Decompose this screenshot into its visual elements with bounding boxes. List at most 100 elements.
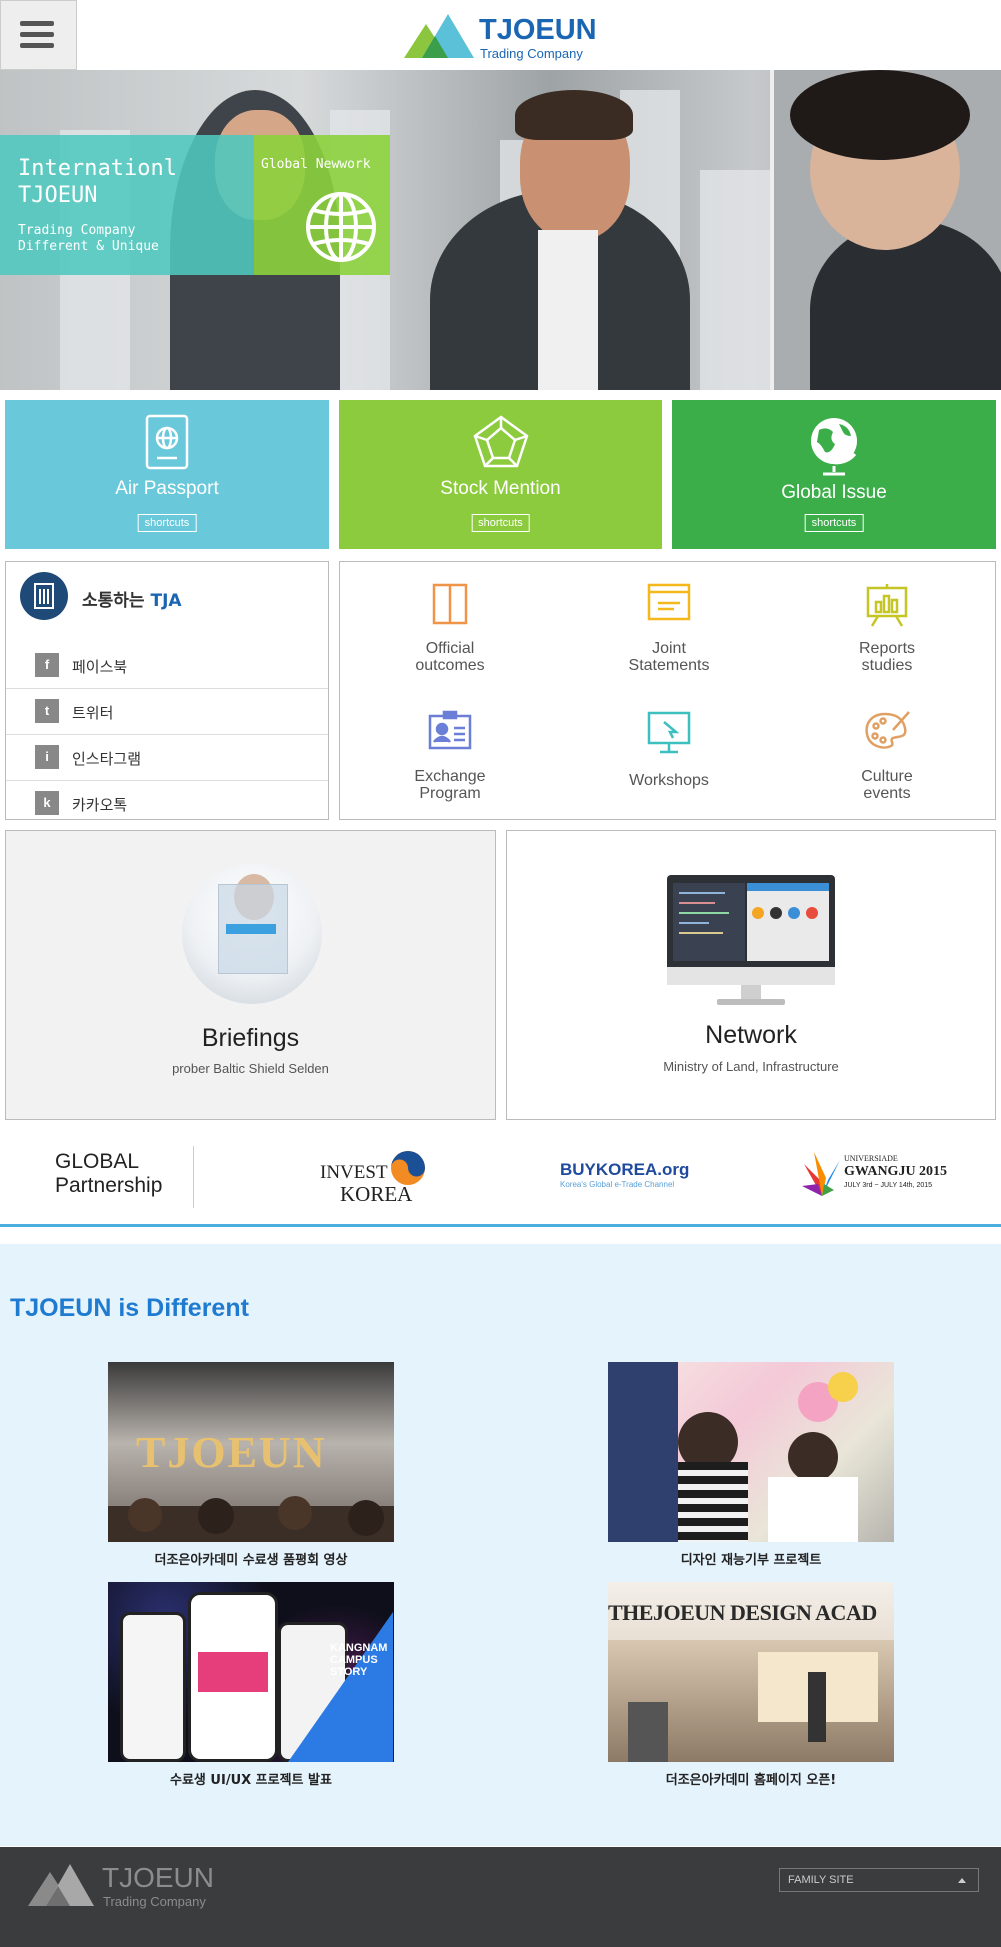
family-site-select[interactable]: FAMILY SITE xyxy=(779,1868,979,1892)
globe-icon xyxy=(306,192,376,262)
news-item[interactable]: KANGNAM CAMPUS STORY 수료생 UI/UX 프로젝트 발표 xyxy=(108,1582,394,1788)
document-icon xyxy=(432,583,468,625)
passport-icon xyxy=(145,414,189,470)
service-reports-studies[interactable]: Reports studies xyxy=(778,562,996,682)
card-subtitle: prober Baltic Shield Selden xyxy=(172,1061,329,1076)
tile-title: Stock Mention xyxy=(440,478,561,499)
global-network-label: Global Newwork xyxy=(261,157,371,172)
family-site-label: FAMILY SITE xyxy=(788,1874,854,1886)
buykorea-title: BUYKOREA.org xyxy=(560,1160,690,1179)
service-workshops[interactable]: Workshops xyxy=(560,690,778,820)
globe-stand-icon xyxy=(811,418,857,476)
partners-label-line1: GLOBAL xyxy=(55,1150,140,1173)
footer-logo-mountains-icon xyxy=(28,1864,94,1906)
logo-title: TJOEUN xyxy=(479,14,597,46)
logo-mountains-icon xyxy=(404,14,474,58)
pentagon-icon xyxy=(473,415,528,468)
shortcuts-button[interactable]: shortcuts xyxy=(471,514,530,532)
social-item-twitter[interactable]: t 트위터 xyxy=(6,689,328,735)
logo[interactable]: TJOEUN Trading Company xyxy=(404,12,604,62)
service-label-1: Official xyxy=(425,640,475,657)
kakaotalk-icon: k xyxy=(35,791,59,815)
service-label-1: Reports xyxy=(858,640,916,657)
menu-button[interactable] xyxy=(0,0,77,70)
social-item-label: 인스타그램 xyxy=(72,750,142,768)
monitor-icon xyxy=(667,875,835,1005)
service-label-1: Joint xyxy=(652,640,686,657)
caret-up-icon xyxy=(958,1878,966,1883)
service-label-2: Program xyxy=(419,785,481,802)
news-thumbnail: TJOEUN xyxy=(108,1362,394,1542)
social-item-label: 카카오톡 xyxy=(72,796,128,814)
social-item-instagram[interactable]: i 인스타그램 xyxy=(6,735,328,781)
news-item[interactable]: THEJOEUN DESIGN ACAD 더조은아카데미 홈페이지 오픈! xyxy=(608,1582,894,1788)
partners-bar: GLOBAL Partnership INVEST KOREA BUYKOREA.… xyxy=(0,1122,1001,1222)
social-item-kakaotalk[interactable]: k 카카오톡 xyxy=(6,781,328,819)
footer-logo-subtitle: Trading Company xyxy=(103,1894,206,1909)
site-footer: TJOEUN Trading Company FAMILY SITE xyxy=(0,1847,1001,1947)
twitter-icon: t xyxy=(35,699,59,723)
news-thumbnail: THEJOEUN DESIGN ACAD xyxy=(608,1582,894,1762)
card-briefings[interactable]: Briefings prober Baltic Shield Selden xyxy=(5,830,496,1120)
hamburger-icon-line xyxy=(20,43,54,48)
presentation-board-icon xyxy=(866,584,908,627)
hamburger-icon-line xyxy=(20,32,54,37)
card-network[interactable]: Network Ministry of Land, Infrastructure xyxy=(506,830,996,1120)
social-title-b: TJA xyxy=(150,591,182,611)
partner-buykorea[interactable]: BUYKOREA.org Korea's Global e-Trade Chan… xyxy=(560,1160,700,1200)
section-title: TJOEUN is Different xyxy=(10,1294,249,1322)
service-label-1: Workshops xyxy=(629,772,709,789)
section-divider xyxy=(0,1224,1001,1227)
news-item[interactable]: TJOEUN 더조은아카데미 수료생 품평회 영상 xyxy=(108,1362,394,1568)
hero-sub-line2: Different & Unique xyxy=(18,239,159,254)
tile-air-passport[interactable]: Air Passport shortcuts xyxy=(5,400,329,549)
window-icon xyxy=(647,583,691,621)
universiade-dates: JULY 3rd ~ JULY 14th, 2015 xyxy=(844,1182,933,1189)
briefings-image xyxy=(182,864,322,1004)
social-title: 소통하는 TJA xyxy=(82,586,182,611)
news-thumbnail: KANGNAM CAMPUS STORY xyxy=(108,1582,394,1762)
different-section: TJOEUN is Different TJOEUN 더조은아카데미 수료생 품… xyxy=(0,1244,1001,1846)
logo-subtitle: Trading Company xyxy=(480,46,583,61)
universiade-label: UNIVERSIADE xyxy=(844,1154,898,1163)
social-panel: 소통하는 TJA f 페이스북 t 트위터 i 인스타그램 k 카카오톡 xyxy=(5,561,329,820)
tile-title: Global Issue xyxy=(781,482,887,503)
service-exchange-program[interactable]: Exchange Program xyxy=(340,690,560,820)
invest-korea-line1: INVEST xyxy=(320,1162,388,1183)
shortcuts-button[interactable]: shortcuts xyxy=(804,514,864,532)
service-label-1: Exchange xyxy=(414,768,486,785)
news-caption: 수료생 UI/UX 프로젝트 발표 xyxy=(170,1773,332,1788)
card-title: Briefings xyxy=(201,1024,300,1052)
service-label-2: Statements xyxy=(628,657,710,674)
palette-icon xyxy=(865,711,910,749)
partner-universiade[interactable]: UNIVERSIADE GWANGJU 2015 JULY 3rd ~ JULY… xyxy=(800,1148,950,1204)
partners-label-line2: Partnership xyxy=(55,1174,163,1197)
footer-logo-title: TJOEUN xyxy=(102,1862,214,1893)
thumbnail-text: THEJOEUN DESIGN ACAD xyxy=(608,1600,877,1625)
news-caption: 더조은아카데미 홈페이지 오픈! xyxy=(665,1773,837,1788)
social-item-facebook[interactable]: f 페이스북 xyxy=(6,643,328,689)
shortcuts-button[interactable]: shortcuts xyxy=(137,514,197,532)
taegeuk-icon xyxy=(391,1151,425,1185)
service-label-1: Culture xyxy=(861,768,913,785)
tile-stock-mention[interactable]: Stock Mention shortcuts xyxy=(339,400,662,549)
hamburger-icon xyxy=(20,21,54,26)
hero-sub-line1: Trading Company xyxy=(18,223,136,238)
thumbnail-text: KANGNAM CAMPUS STORY xyxy=(330,1642,388,1678)
service-label-2: events xyxy=(863,785,911,802)
service-joint-statements[interactable]: Joint Statements xyxy=(560,562,778,682)
service-official-outcomes[interactable]: Official outcomes xyxy=(340,562,560,682)
partners-divider xyxy=(193,1146,194,1208)
building-icon xyxy=(20,572,68,620)
news-caption: 더조은아카데미 수료생 품평회 영상 xyxy=(154,1553,348,1568)
partner-invest-korea[interactable]: INVEST KOREA xyxy=(318,1148,428,1206)
partners-label: GLOBAL Partnership xyxy=(55,1150,162,1198)
facebook-icon: f xyxy=(35,653,59,677)
site-header: TJOEUN Trading Company xyxy=(0,0,1001,70)
tile-global-issue[interactable]: Global Issue shortcuts xyxy=(672,400,996,549)
monitor-click-icon xyxy=(647,711,691,754)
hero-banner: Internationl TJOEUN Trading Company Diff… xyxy=(0,70,1001,390)
news-item[interactable]: 디자인 재능기부 프로젝트 xyxy=(608,1362,894,1568)
service-culture-events[interactable]: Culture events xyxy=(778,690,996,820)
global-network-panel[interactable]: Global Newwork xyxy=(254,135,390,275)
